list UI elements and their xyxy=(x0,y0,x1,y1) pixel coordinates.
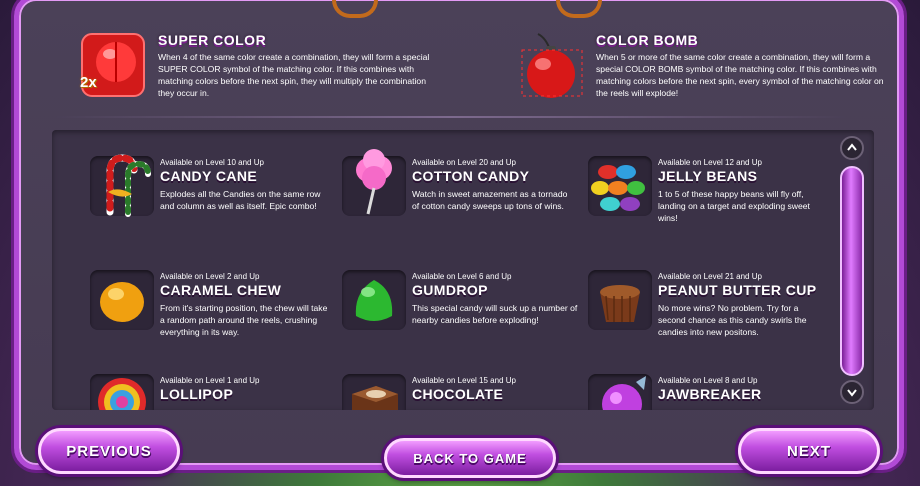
candy-name: PEANUT BUTTER CUP xyxy=(658,282,817,298)
previous-button[interactable]: PREVIOUS xyxy=(38,428,180,474)
candy-name: COTTON CANDY xyxy=(412,168,530,184)
section-divider xyxy=(56,116,846,118)
candy-name: GUMDROP xyxy=(412,282,488,298)
unlock-level: Available on Level 8 and Up xyxy=(658,376,758,385)
lollipop-icon xyxy=(98,378,146,410)
next-button[interactable]: NEXT xyxy=(738,428,880,474)
candy-description: Explodes all the Candies on the same row… xyxy=(160,189,321,211)
candy-description: From it's starting position, the chew wi… xyxy=(160,303,328,337)
scroll-up-button[interactable] xyxy=(840,136,864,160)
multiplier-badge: 2x xyxy=(80,74,97,91)
list-item-candy-cane: Available on Level 10 and Up CANDY CANE … xyxy=(90,154,330,256)
back-to-game-label: BACK TO GAME xyxy=(413,450,527,466)
previous-button-label: PREVIOUS xyxy=(66,442,152,460)
unlock-level: Available on Level 20 and Up xyxy=(412,158,516,167)
back-to-game-button[interactable]: BACK TO GAME xyxy=(384,438,556,478)
candy-name: LOLLIPOP xyxy=(160,386,234,402)
unlock-level: Available on Level 2 and Up xyxy=(160,272,260,281)
list-item-peanut-butter-cup: Available on Level 21 and Up PEANUT BUTT… xyxy=(588,270,828,370)
caramel-chew-icon xyxy=(100,282,144,322)
red-super-color-candy-icon: 2x xyxy=(78,32,150,102)
list-item-lollipop: Available on Level 1 and Up LOLLIPOP xyxy=(90,374,330,410)
peanut-butter-cup-icon xyxy=(600,285,640,322)
candy-description: Watch in sweet amazement as a tornado of… xyxy=(412,189,568,211)
feature-description: When 5 or more of the same color create … xyxy=(596,52,884,98)
unlock-level: Available on Level 6 and Up xyxy=(412,272,512,281)
feature-title: SUPER COLOR xyxy=(158,32,267,48)
unlock-level: Available on Level 21 and Up xyxy=(658,272,762,281)
candy-description: No more wins? No problem. Try for a seco… xyxy=(658,303,807,337)
list-item-gumdrop: Available on Level 6 and Up GUMDROP This… xyxy=(342,270,582,370)
jawbreaker-icon xyxy=(602,376,646,410)
feature-title: COLOR BOMB xyxy=(596,32,699,48)
candy-name: CARAMEL CHEW xyxy=(160,282,282,298)
candy-cane-icon xyxy=(106,154,151,217)
candy-name: CANDY CANE xyxy=(160,168,258,184)
unlock-level: Available on Level 15 and Up xyxy=(412,376,516,385)
list-item-chocolate: Available on Level 15 and Up CHOCOLATE xyxy=(342,374,582,410)
candy-description: 1 to 5 of these happy beans will fly off… xyxy=(658,189,810,223)
candy-name: JELLY BEANS xyxy=(658,168,758,184)
red-color-bomb-icon xyxy=(516,32,588,102)
candy-description: This special candy will suck up a number… xyxy=(412,303,578,325)
candy-name: CHOCOLATE xyxy=(412,386,504,402)
next-button-label: NEXT xyxy=(786,442,831,460)
list-item-jelly-beans: Available on Level 12 and Up JELLY BEANS… xyxy=(588,156,828,256)
unlock-level: Available on Level 10 and Up xyxy=(160,158,264,167)
unlock-level: Available on Level 1 and Up xyxy=(160,376,260,385)
list-item-caramel-chew: Available on Level 2 and Up CARAMEL CHEW… xyxy=(90,270,330,370)
cotton-candy-icon xyxy=(356,149,392,215)
chocolate-icon xyxy=(352,386,398,410)
color-bomb-feature: COLOR BOMB When 5 or more of the same co… xyxy=(516,30,886,110)
jelly-beans-icon xyxy=(591,165,645,211)
chevron-up-icon xyxy=(847,143,857,151)
special-candies-list[interactable]: Available on Level 10 and Up CANDY CANE … xyxy=(52,130,874,410)
super-color-feature: 2x SUPER COLOR When 4 of the same color … xyxy=(78,30,438,110)
candy-name: JAWBREAKER xyxy=(658,386,762,402)
list-item-cotton-candy: Available on Level 20 and Up COTTON CAND… xyxy=(342,149,582,256)
chevron-down-icon xyxy=(847,389,857,397)
feature-description: When 4 of the same color create a combin… xyxy=(158,52,430,98)
list-item-jawbreaker: Available on Level 8 and Up JAWBREAKER xyxy=(588,374,828,410)
gumdrop-icon xyxy=(355,280,393,321)
scrollbar-thumb[interactable] xyxy=(840,166,864,376)
scroll-down-button[interactable] xyxy=(840,380,864,404)
unlock-level: Available on Level 12 and Up xyxy=(658,158,762,167)
